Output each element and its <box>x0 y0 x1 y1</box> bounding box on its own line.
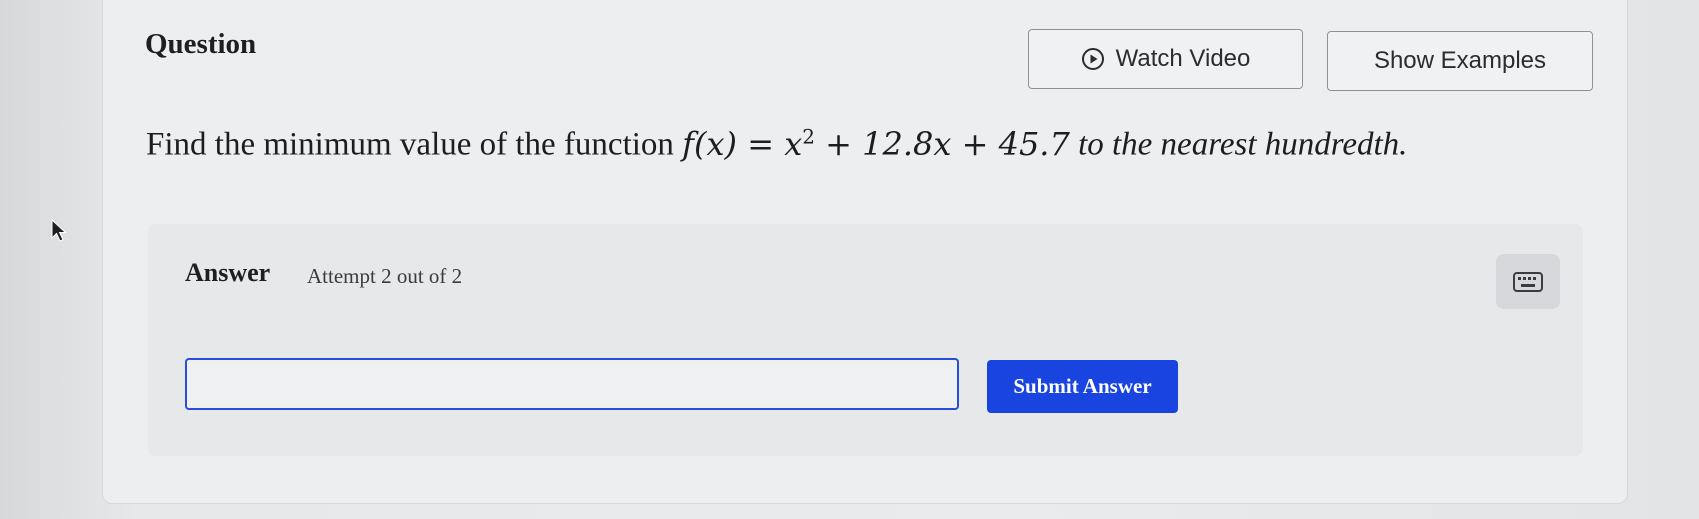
submit-answer-button[interactable]: Submit Answer <box>987 360 1178 413</box>
answer-panel <box>148 224 1583 456</box>
page: Question Watch Video Show Examples Find … <box>0 0 1699 519</box>
attempt-counter: Attempt 2 out of 2 <box>307 264 463 288</box>
page-title: Question <box>145 28 257 60</box>
show-examples-button[interactable]: Show Examples <box>1327 31 1593 91</box>
keyboard-icon <box>1513 271 1543 292</box>
watch-video-label: Watch Video <box>1115 45 1251 72</box>
question-function: f(x) = x2 + 12.8x + 45.7 <box>682 124 1070 163</box>
question-prefix: Find the minimum value of the function <box>146 126 683 163</box>
function-rhs: + 12.8x + 45.7 <box>814 124 1070 163</box>
watch-video-button[interactable]: Watch Video <box>1028 29 1303 89</box>
play-circle-icon <box>1081 48 1104 70</box>
question-prompt: Find the minimum value of the function f… <box>146 124 1407 164</box>
function-lhs: f(x) = x <box>682 124 803 163</box>
answer-input[interactable] <box>185 358 959 410</box>
keyboard-button[interactable] <box>1496 254 1560 309</box>
mouse-pointer-icon <box>51 218 67 242</box>
function-exponent: 2 <box>802 124 815 148</box>
show-examples-label: Show Examples <box>1373 47 1547 74</box>
question-suffix: to the nearest hundredth. <box>1069 126 1408 163</box>
answer-label: Answer <box>185 258 271 287</box>
